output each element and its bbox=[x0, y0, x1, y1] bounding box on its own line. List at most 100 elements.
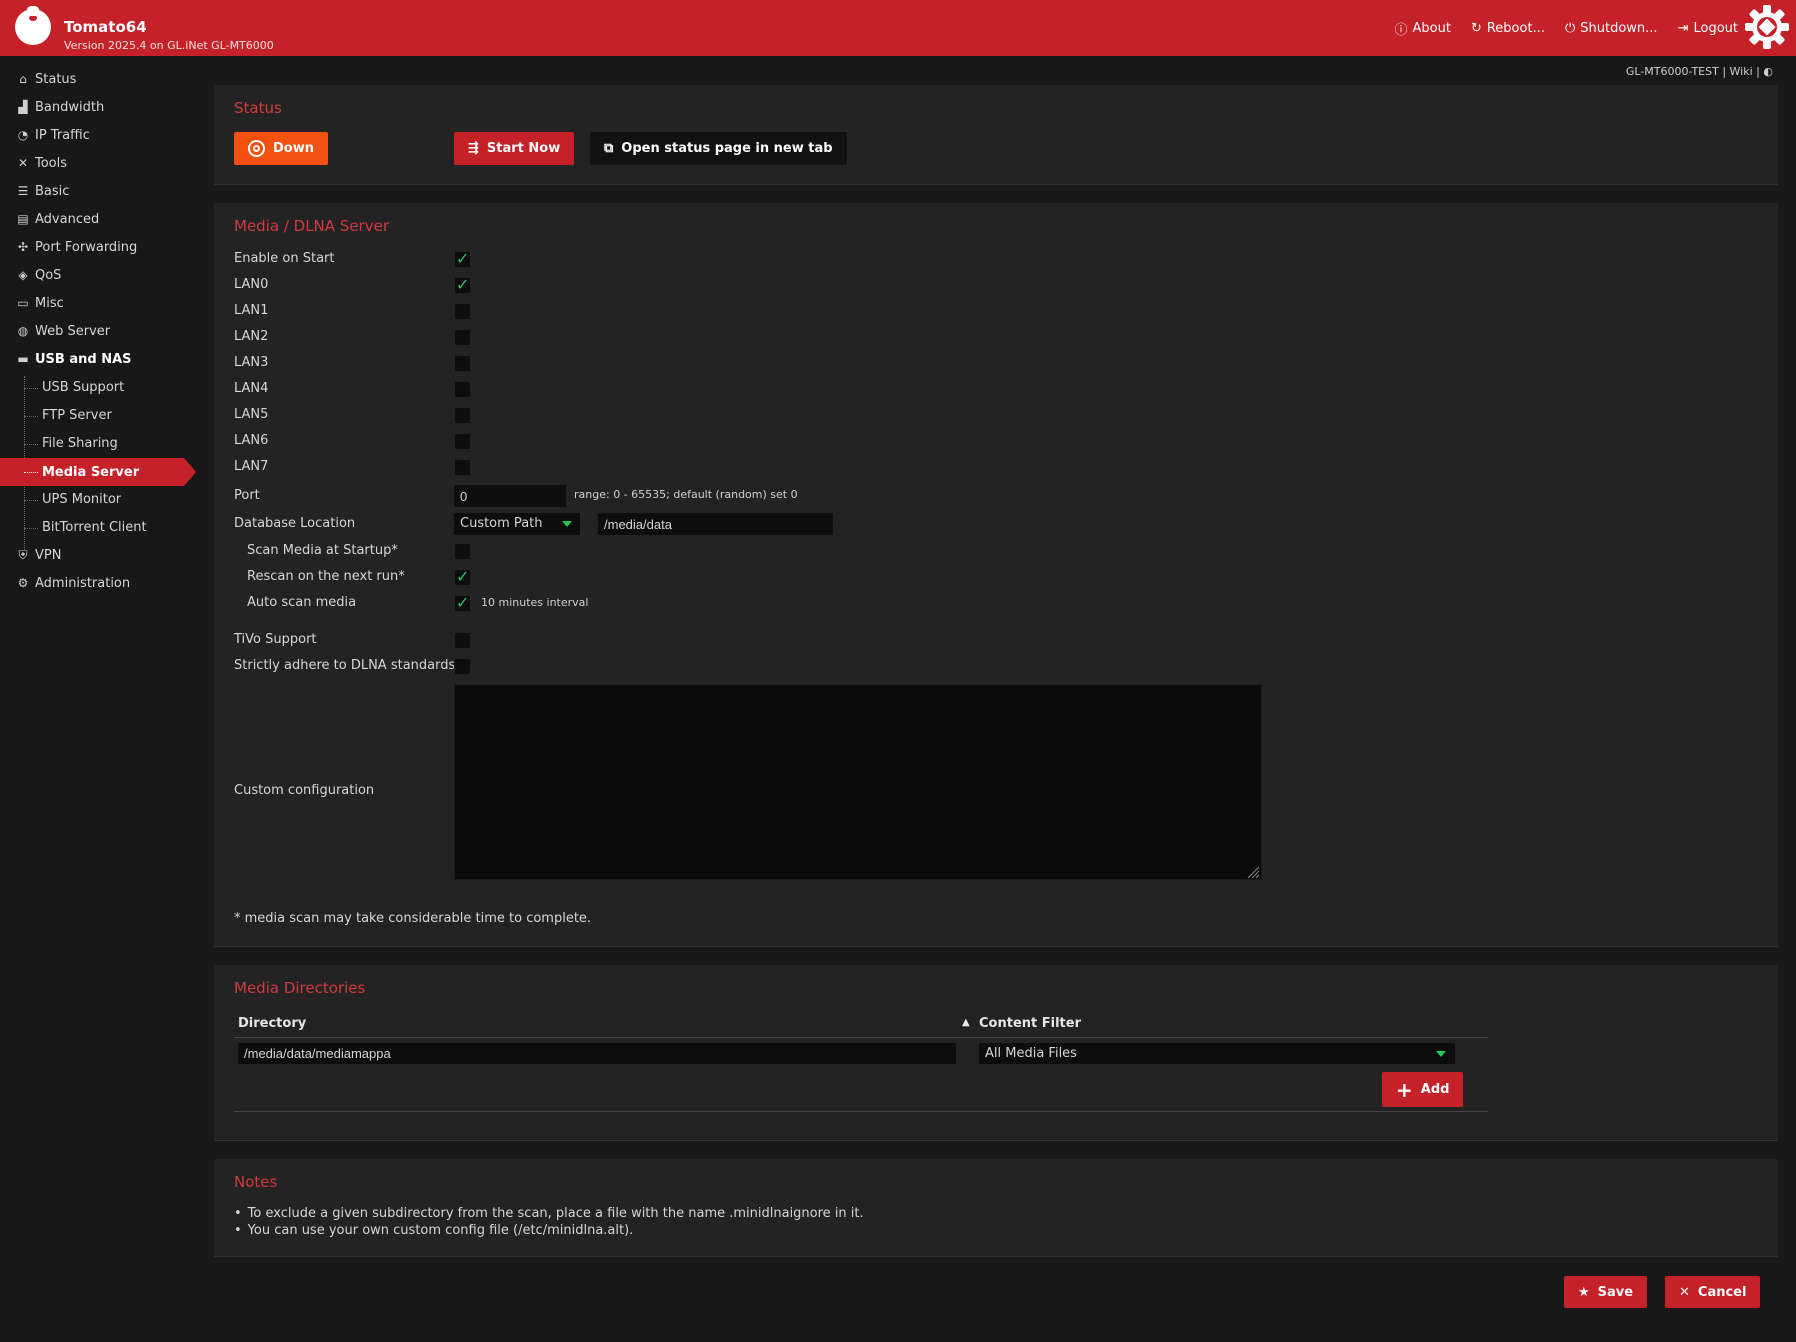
list-item: To exclude a given subdirectory from the… bbox=[234, 1206, 864, 1221]
resize-grip-icon bbox=[1247, 866, 1260, 879]
open-status-tab-button[interactable]: ⧉ Open status page in new tab bbox=[590, 132, 847, 165]
lan0-checkbox[interactable] bbox=[454, 275, 471, 294]
sidebar-item-administration[interactable]: ⚙ Administration bbox=[16, 572, 131, 594]
lan3-checkbox[interactable] bbox=[454, 355, 471, 372]
tree-connector bbox=[24, 472, 38, 473]
shutdown-link[interactable]: ⏻ Shutdown... bbox=[1565, 19, 1658, 38]
rescan-checkbox[interactable] bbox=[454, 567, 471, 586]
sidebar-item-bandwidth[interactable]: ▟ Bandwidth bbox=[16, 96, 104, 118]
sidebar-item-qos[interactable]: ◈ QoS bbox=[16, 264, 61, 286]
sidebar-subitem-ftp-server[interactable]: FTP Server bbox=[42, 404, 112, 426]
globe-icon: ◍ bbox=[17, 324, 29, 338]
content-filter-select[interactable]: All Media Files bbox=[979, 1043, 1455, 1064]
start-now-button[interactable]: ⇶ Start Now bbox=[454, 132, 575, 165]
cancel-button[interactable]: ✕ Cancel bbox=[1665, 1276, 1761, 1308]
tivo-checkbox[interactable] bbox=[454, 632, 471, 649]
lan3-label: LAN3 bbox=[234, 355, 269, 370]
sidebar-subitem-media-server[interactable]: Media Server bbox=[42, 461, 139, 483]
sort-ascending-icon[interactable]: ▲ bbox=[962, 1017, 970, 1028]
device-name: GL-MT6000-TEST bbox=[1625, 65, 1719, 78]
toggle-icon: ☰ bbox=[17, 184, 29, 198]
sidebar-item-web-server[interactable]: ◍ Web Server bbox=[16, 320, 110, 342]
stop-circle-icon bbox=[248, 140, 265, 157]
logout-link[interactable]: ⇥ Logout bbox=[1678, 19, 1738, 38]
auto-scan-label: Auto scan media bbox=[247, 595, 357, 610]
sidebar-item-misc[interactable]: ▭ Misc bbox=[16, 292, 63, 314]
sidebar-item-advanced[interactable]: ▤ Advanced bbox=[16, 208, 99, 230]
sidebar-item-vpn[interactable]: ⛨ VPN bbox=[16, 544, 61, 566]
cast-icon: ▭ bbox=[17, 296, 29, 310]
strict-dlna-label: Strictly adhere to DLNA standards bbox=[234, 658, 456, 673]
table-header-divider bbox=[234, 1037, 1488, 1038]
tree-connector bbox=[24, 416, 38, 417]
add-directory-button[interactable]: + Add bbox=[1382, 1072, 1464, 1107]
auto-scan-checkbox[interactable] bbox=[454, 593, 471, 612]
custom-config-textarea[interactable] bbox=[454, 684, 1262, 880]
notes-panel: Notes To exclude a given subdirectory fr… bbox=[214, 1159, 1778, 1257]
notes-heading: Notes bbox=[234, 1173, 278, 1191]
media-directories-panel: Media Directories Directory ▲ Content Fi… bbox=[214, 965, 1778, 1141]
plus-icon: + bbox=[1396, 1077, 1413, 1102]
port-label: Port bbox=[234, 488, 260, 503]
port-hint: range: 0 - 65535; default (random) set 0 bbox=[574, 488, 798, 501]
bar-chart-icon: ▟ bbox=[18, 100, 28, 114]
directories-heading: Media Directories bbox=[234, 979, 366, 997]
sidebar-item-basic[interactable]: ☰ Basic bbox=[16, 180, 70, 202]
header-bar: Tomato64 Version 2025.4 on GL.iNet GL-MT… bbox=[0, 0, 1796, 56]
status-down-button[interactable]: Down bbox=[234, 132, 328, 165]
lan0-label: LAN0 bbox=[234, 277, 269, 292]
database-path-input[interactable] bbox=[598, 513, 833, 535]
sidebar: ⌂ Status ▟ Bandwidth ◔ IP Traffic ✕ Tools ☰ B… bbox=[0, 56, 196, 1342]
status-heading: Status bbox=[234, 99, 282, 117]
lan6-label: LAN6 bbox=[234, 433, 269, 448]
sidebar-item-usb-and-nas[interactable]: ▬ USB and NAS bbox=[16, 348, 131, 370]
column-directory[interactable]: Directory bbox=[238, 1016, 306, 1031]
lan7-label: LAN7 bbox=[234, 459, 269, 474]
tree-connector bbox=[24, 444, 38, 445]
scan-startup-checkbox[interactable] bbox=[454, 543, 471, 560]
media-heading: Media / DLNA Server bbox=[234, 217, 389, 235]
wiki-link[interactable]: Wiki bbox=[1730, 65, 1753, 78]
tomato-logo-icon bbox=[15, 6, 51, 45]
router-icon: ▤ bbox=[17, 212, 29, 226]
lan2-label: LAN2 bbox=[234, 329, 269, 344]
strict-dlna-checkbox[interactable] bbox=[454, 658, 471, 675]
lan6-checkbox[interactable] bbox=[454, 433, 471, 450]
sidebar-item-tools[interactable]: ✕ Tools bbox=[16, 152, 67, 174]
lan5-checkbox[interactable] bbox=[454, 407, 471, 424]
shield-icon: ⛨ bbox=[18, 547, 28, 562]
reboot-link[interactable]: ↻ Reboot... bbox=[1471, 19, 1545, 38]
rescan-label: Rescan on the next run* bbox=[247, 569, 405, 584]
lan4-label: LAN4 bbox=[234, 381, 269, 396]
pie-chart-icon: ◔ bbox=[17, 128, 29, 142]
chevron-down-icon bbox=[1436, 1051, 1446, 1057]
column-content-filter[interactable]: Content Filter bbox=[979, 1016, 1081, 1031]
enable-on-start-label: Enable on Start bbox=[234, 251, 335, 266]
save-button[interactable]: ★ Save bbox=[1564, 1276, 1648, 1308]
tag-icon: ◈ bbox=[18, 268, 28, 282]
chevron-down-icon bbox=[562, 521, 572, 527]
auto-scan-hint: 10 minutes interval bbox=[481, 596, 589, 609]
enable-on-start-checkbox[interactable] bbox=[454, 249, 471, 268]
lan4-checkbox[interactable] bbox=[454, 381, 471, 398]
lan1-label: LAN1 bbox=[234, 303, 269, 318]
sidebar-subitem-ups-monitor[interactable]: UPS Monitor bbox=[42, 488, 121, 510]
about-link[interactable]: ⓘ About bbox=[1395, 19, 1451, 38]
header-nav: ⓘ About ↻ Reboot... ⏻ Shutdown... ⇥ Logout bbox=[1395, 19, 1739, 38]
sidebar-item-ip-traffic[interactable]: ◔ IP Traffic bbox=[16, 124, 90, 146]
sidebar-subitem-bittorrent-client[interactable]: BitTorrent Client bbox=[42, 516, 147, 538]
power-icon: ⏻ bbox=[1564, 21, 1576, 36]
port-input[interactable] bbox=[454, 485, 566, 507]
lan2-checkbox[interactable] bbox=[454, 329, 471, 346]
sidebar-item-port-forwarding[interactable]: ✣ Port Forwarding bbox=[16, 236, 137, 258]
home-icon: ⌂ bbox=[19, 72, 27, 86]
theme-toggle-icon[interactable]: ◐ bbox=[1763, 65, 1773, 78]
media-dlna-panel: Media / DLNA Server Enable on Start LAN0… bbox=[214, 203, 1778, 947]
sidebar-subitem-usb-support[interactable]: USB Support bbox=[42, 376, 124, 398]
sidebar-subitem-file-sharing[interactable]: File Sharing bbox=[42, 432, 118, 454]
star-icon: ★ bbox=[1578, 1284, 1590, 1300]
lan1-checkbox[interactable] bbox=[454, 303, 471, 320]
directory-input[interactable] bbox=[238, 1043, 956, 1064]
sidebar-item-status[interactable]: ⌂ Status bbox=[16, 68, 76, 90]
lan7-checkbox[interactable] bbox=[454, 459, 471, 476]
